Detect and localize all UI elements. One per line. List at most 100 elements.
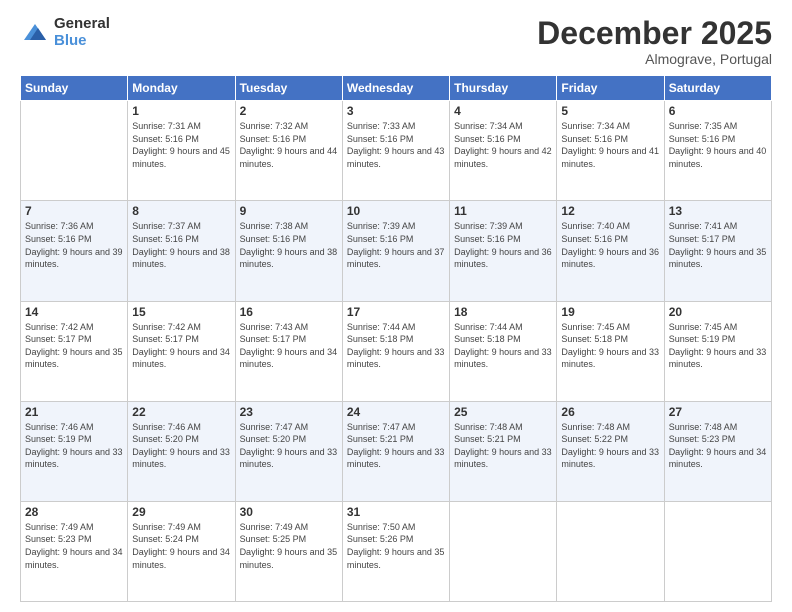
table-row: 5Sunrise: 7:34 AMSunset: 5:16 PMDaylight… [557, 101, 664, 201]
day-number: 16 [240, 305, 338, 319]
header-friday: Friday [557, 76, 664, 101]
table-row: 9 Sunrise: 7:38 AMSunset: 5:16 PMDaylight… [235, 201, 342, 301]
table-row: 30Sunrise: 7:49 AMSunset: 5:25 PMDayligh… [235, 501, 342, 601]
table-row: 8Sunrise: 7:37 AMSunset: 5:16 PMDaylight… [128, 201, 235, 301]
table-row: 3Sunrise: 7:33 AMSunset: 5:16 PMDaylight… [342, 101, 449, 201]
day-number: 21 [25, 405, 123, 419]
table-row: 15 Sunrise: 7:42 AMSunset: 5:17 PMDayligh… [128, 301, 235, 401]
logo-blue-text: Blue [54, 33, 110, 50]
day-number: 11 [454, 204, 552, 218]
day-info: Sunrise: 7:43 AMSunset: 5:17 PMDaylight:… [240, 321, 338, 371]
day-info: Sunrise: 7:47 AMSunset: 5:21 PMDaylight:… [347, 421, 445, 471]
table-row: 14Sunrise: 7:42 AMSunset: 5:17 PMDayligh… [21, 301, 128, 401]
day-info: Sunrise: 7:47 AMSunset: 5:20 PMDaylight:… [240, 421, 338, 471]
table-row: 10 Sunrise: 7:39 AMSunset: 5:16 PMDayligh… [342, 201, 449, 301]
table-row: 13 Sunrise: 7:41 AMSunset: 5:17 PMDayligh… [664, 201, 771, 301]
day-info: Sunrise: 7:32 AMSunset: 5:16 PMDaylight:… [240, 120, 338, 170]
table-row: 27 Sunrise: 7:48 AMSunset: 5:23 PMDayligh… [664, 401, 771, 501]
table-row: 25 Sunrise: 7:48 AMSunset: 5:21 PMDayligh… [450, 401, 557, 501]
table-row: 2 Sunrise: 7:32 AMSunset: 5:16 PMDaylight… [235, 101, 342, 201]
day-info: Sunrise: 7:45 AMSunset: 5:19 PMDaylight:… [669, 321, 767, 371]
table-row: 19 Sunrise: 7:45 AMSunset: 5:18 PMDayligh… [557, 301, 664, 401]
day-number: 26 [561, 405, 659, 419]
logo-general-text: General [54, 16, 110, 33]
table-row: 29Sunrise: 7:49 AMSunset: 5:24 PMDayligh… [128, 501, 235, 601]
day-info: Sunrise: 7:46 AMSunset: 5:19 PMDaylight:… [25, 421, 123, 471]
day-info: Sunrise: 7:41 AMSunset: 5:17 PMDaylight:… [669, 220, 767, 270]
page: General Blue December 2025 Almograve, Po… [0, 0, 792, 612]
table-row: 17Sunrise: 7:44 AMSunset: 5:18 PMDayligh… [342, 301, 449, 401]
day-number: 3 [347, 104, 445, 118]
week-row-0: 1Sunrise: 7:31 AMSunset: 5:16 PMDaylight… [21, 101, 772, 201]
table-row: 20 Sunrise: 7:45 AMSunset: 5:19 PMDayligh… [664, 301, 771, 401]
header: General Blue December 2025 Almograve, Po… [20, 16, 772, 67]
table-row: 28Sunrise: 7:49 AMSunset: 5:23 PMDayligh… [21, 501, 128, 601]
header-sunday: Sunday [21, 76, 128, 101]
day-number: 27 [669, 405, 767, 419]
table-row: 23 Sunrise: 7:47 AMSunset: 5:20 PMDayligh… [235, 401, 342, 501]
day-info: Sunrise: 7:35 AMSunset: 5:16 PMDaylight:… [669, 120, 767, 170]
table-row: 18 Sunrise: 7:44 AMSunset: 5:18 PMDayligh… [450, 301, 557, 401]
day-number: 19 [561, 305, 659, 319]
day-info: Sunrise: 7:34 AMSunset: 5:16 PMDaylight:… [454, 120, 552, 170]
day-number: 18 [454, 305, 552, 319]
table-row: 12 Sunrise: 7:40 AMSunset: 5:16 PMDayligh… [557, 201, 664, 301]
day-number: 14 [25, 305, 123, 319]
table-row [450, 501, 557, 601]
day-info: Sunrise: 7:38 AMSunset: 5:16 PMDaylight:… [240, 220, 338, 270]
header-monday: Monday [128, 76, 235, 101]
day-number: 4 [454, 104, 552, 118]
day-number: 30 [240, 505, 338, 519]
table-row [557, 501, 664, 601]
day-info: Sunrise: 7:40 AMSunset: 5:16 PMDaylight:… [561, 220, 659, 270]
day-info: Sunrise: 7:44 AMSunset: 5:18 PMDaylight:… [454, 321, 552, 371]
day-number: 7 [25, 204, 123, 218]
header-tuesday: Tuesday [235, 76, 342, 101]
table-row [21, 101, 128, 201]
day-number: 12 [561, 204, 659, 218]
day-info: Sunrise: 7:48 AMSunset: 5:21 PMDaylight:… [454, 421, 552, 471]
weekday-header-row: Sunday Monday Tuesday Wednesday Thursday… [21, 76, 772, 101]
day-info: Sunrise: 7:31 AMSunset: 5:16 PMDaylight:… [132, 120, 230, 170]
day-info: Sunrise: 7:45 AMSunset: 5:18 PMDaylight:… [561, 321, 659, 371]
location: Almograve, Portugal [537, 51, 772, 67]
header-saturday: Saturday [664, 76, 771, 101]
table-row [664, 501, 771, 601]
day-number: 13 [669, 204, 767, 218]
day-number: 9 [240, 204, 338, 218]
day-info: Sunrise: 7:49 AMSunset: 5:23 PMDaylight:… [25, 521, 123, 571]
logo-text: General Blue [54, 16, 110, 49]
table-row: 4 Sunrise: 7:34 AMSunset: 5:16 PMDaylight… [450, 101, 557, 201]
day-info: Sunrise: 7:34 AMSunset: 5:16 PMDaylight:… [561, 120, 659, 170]
day-info: Sunrise: 7:42 AMSunset: 5:17 PMDaylight:… [132, 321, 230, 371]
table-row: 7 Sunrise: 7:36 AMSunset: 5:16 PMDaylight… [21, 201, 128, 301]
day-number: 23 [240, 405, 338, 419]
day-info: Sunrise: 7:44 AMSunset: 5:18 PMDaylight:… [347, 321, 445, 371]
day-info: Sunrise: 7:48 AMSunset: 5:23 PMDaylight:… [669, 421, 767, 471]
day-info: Sunrise: 7:39 AMSunset: 5:16 PMDaylight:… [347, 220, 445, 270]
day-info: Sunrise: 7:46 AMSunset: 5:20 PMDaylight:… [132, 421, 230, 471]
header-thursday: Thursday [450, 76, 557, 101]
day-number: 15 [132, 305, 230, 319]
title-area: December 2025 Almograve, Portugal [537, 16, 772, 67]
week-row-1: 7 Sunrise: 7:36 AMSunset: 5:16 PMDaylight… [21, 201, 772, 301]
table-row: 11 Sunrise: 7:39 AMSunset: 5:16 PMDayligh… [450, 201, 557, 301]
table-row: 16 Sunrise: 7:43 AMSunset: 5:17 PMDayligh… [235, 301, 342, 401]
day-number: 25 [454, 405, 552, 419]
week-row-3: 21 Sunrise: 7:46 AMSunset: 5:19 PMDayligh… [21, 401, 772, 501]
day-number: 10 [347, 204, 445, 218]
day-number: 31 [347, 505, 445, 519]
day-info: Sunrise: 7:36 AMSunset: 5:16 PMDaylight:… [25, 220, 123, 270]
table-row: 26Sunrise: 7:48 AMSunset: 5:22 PMDayligh… [557, 401, 664, 501]
header-wednesday: Wednesday [342, 76, 449, 101]
day-number: 20 [669, 305, 767, 319]
logo: General Blue [20, 16, 110, 49]
day-info: Sunrise: 7:37 AMSunset: 5:16 PMDaylight:… [132, 220, 230, 270]
table-row: 1Sunrise: 7:31 AMSunset: 5:16 PMDaylight… [128, 101, 235, 201]
day-info: Sunrise: 7:39 AMSunset: 5:16 PMDaylight:… [454, 220, 552, 270]
day-number: 22 [132, 405, 230, 419]
week-row-4: 28Sunrise: 7:49 AMSunset: 5:23 PMDayligh… [21, 501, 772, 601]
day-number: 24 [347, 405, 445, 419]
day-number: 2 [240, 104, 338, 118]
day-info: Sunrise: 7:50 AMSunset: 5:26 PMDaylight:… [347, 521, 445, 571]
